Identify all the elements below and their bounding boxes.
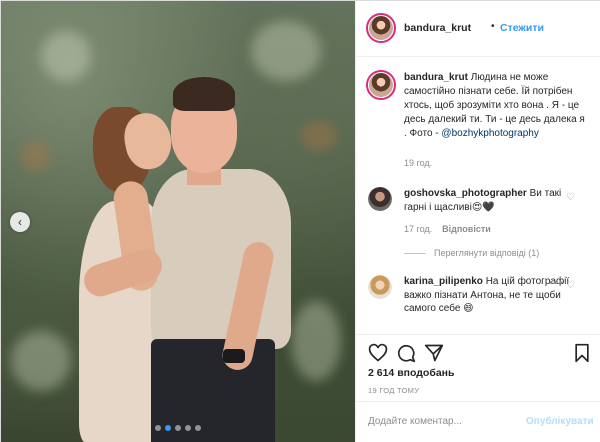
- comment-meta: 17 год. Відповісти: [404, 224, 491, 234]
- caption-time[interactable]: 19 год.: [404, 158, 432, 168]
- comment-input[interactable]: Додайте коментар...: [368, 416, 462, 427]
- carousel-dot: [185, 425, 191, 431]
- caption-avatar[interactable]: [366, 70, 396, 100]
- author-username[interactable]: bandura_krut: [404, 22, 471, 34]
- carousel-dot: [195, 425, 201, 431]
- view-replies-label: Переглянути відповіді (1): [434, 248, 540, 258]
- watch: [223, 349, 245, 363]
- view-replies-button[interactable]: Переглянути відповіді (1): [404, 248, 539, 258]
- comment-time[interactable]: 17 год.: [404, 224, 432, 234]
- follow-button[interactable]: Стежити: [500, 22, 544, 34]
- post-time[interactable]: 19 ГОД ТОМУ: [368, 386, 419, 395]
- man-hair: [173, 77, 235, 111]
- comment-avatar[interactable]: [368, 275, 392, 299]
- comment-username[interactable]: goshovska_photographer: [404, 188, 527, 199]
- carousel-dot: [165, 425, 171, 431]
- action-bar: [356, 334, 600, 370]
- comment-item: goshovska_photographer Ви такі гарні і щ…: [404, 187, 582, 214]
- separator-dot: •: [491, 21, 495, 32]
- carousel-dot: [155, 425, 161, 431]
- publish-button[interactable]: Опублікувати: [526, 416, 594, 427]
- paper-plane-icon[interactable]: [424, 343, 444, 363]
- post-sidebar: bandura_krut • Стежити bandura_krut Люди…: [355, 1, 600, 442]
- comments-list[interactable]: bandura_krut Людина не може самостійно п…: [356, 58, 600, 334]
- heart-icon[interactable]: [368, 343, 388, 363]
- likes-count[interactable]: 2 614 вподобань: [368, 367, 454, 379]
- post-photo[interactable]: ‹: [1, 1, 355, 442]
- carousel-dot: [175, 425, 181, 431]
- reply-button[interactable]: Відповісти: [442, 224, 491, 234]
- post-header: bandura_krut • Стежити: [356, 1, 600, 57]
- more-options-icon[interactable]: •••: [549, 277, 564, 289]
- chevron-left-icon[interactable]: ‹: [10, 212, 30, 232]
- bookmark-icon[interactable]: [572, 343, 592, 363]
- comment-like-heart-icon[interactable]: ♡: [566, 192, 575, 203]
- add-comment-bar: Додайте коментар... Опублікувати: [356, 401, 600, 442]
- comment-avatar[interactable]: [368, 187, 392, 211]
- caption-username[interactable]: bandura_krut: [404, 72, 468, 83]
- comment-like-heart-icon[interactable]: ♡: [566, 280, 575, 291]
- post-dialog: ‹ bandura_krut • Стежити bandura_krut Лю…: [0, 0, 600, 442]
- comment-username[interactable]: karina_pilipenko: [404, 276, 483, 287]
- caption: bandura_krut Людина не може самостійно п…: [404, 71, 590, 141]
- caption-mention[interactable]: @bozhykphotography: [441, 128, 538, 139]
- carousel-dots: [155, 425, 201, 431]
- comment-icon[interactable]: [396, 343, 416, 363]
- avatar[interactable]: [366, 13, 396, 43]
